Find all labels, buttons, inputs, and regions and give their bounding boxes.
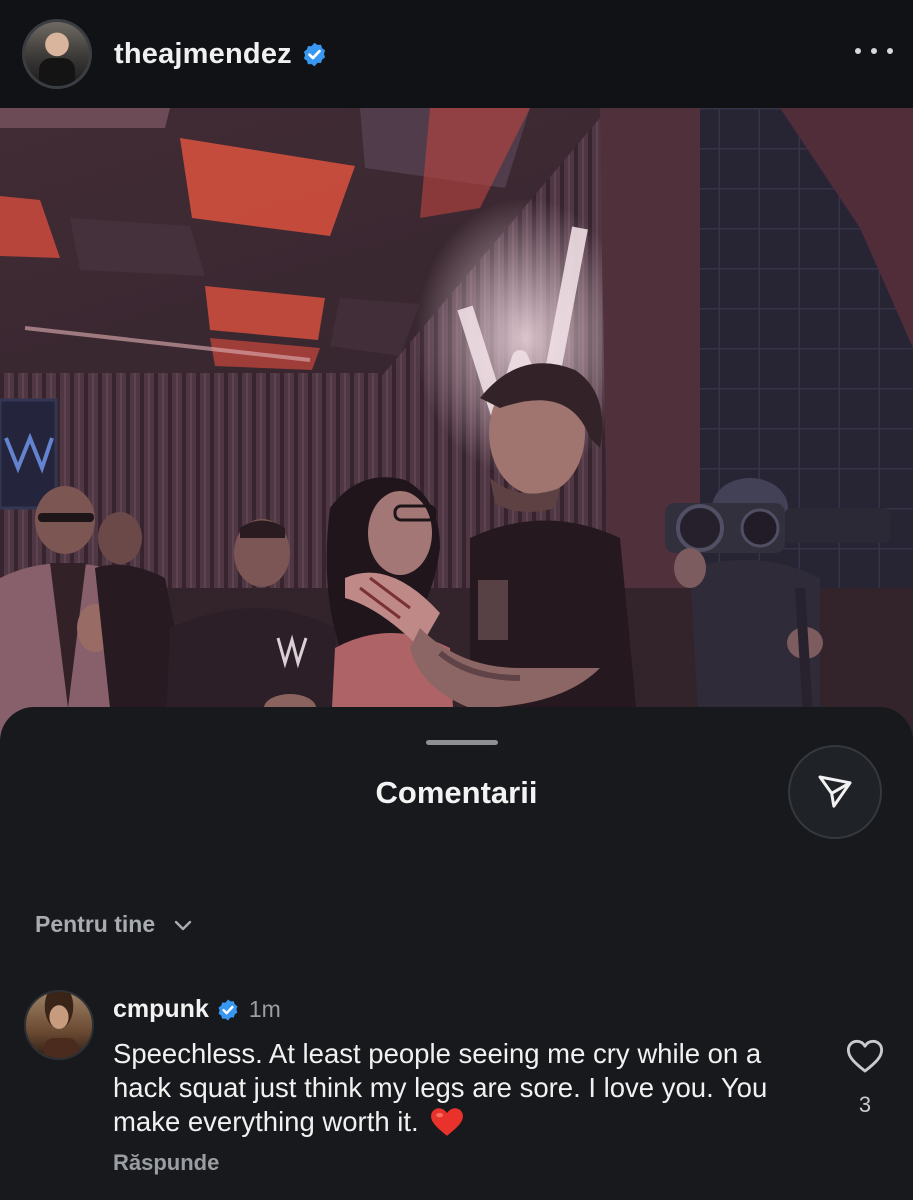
author-avatar[interactable] xyxy=(22,19,92,89)
post-header: theajmendez xyxy=(0,0,913,108)
post-photo[interactable] xyxy=(0,108,913,748)
more-options-button[interactable] xyxy=(855,40,893,62)
author-username[interactable]: theajmendez xyxy=(114,38,292,71)
comment-header: cmpunk 1m xyxy=(113,995,281,1024)
post-photo-scene xyxy=(0,108,913,748)
comments-title: Comentarii xyxy=(375,775,538,810)
more-dot xyxy=(871,48,877,54)
send-paper-plane-icon xyxy=(818,775,852,808)
more-horizontal-icon xyxy=(855,48,861,54)
comment-timestamp: 1m xyxy=(248,996,281,1022)
commenter-username[interactable]: cmpunk xyxy=(113,995,209,1024)
instagram-post-screen: theajmendez Comentarii Pentru tine cmpun… xyxy=(0,0,913,1200)
chevron-down-icon xyxy=(174,920,192,930)
verified-badge-icon xyxy=(303,42,325,66)
heart-outline-icon[interactable] xyxy=(846,1038,884,1074)
comments-sheet: Comentarii Pentru tine cmpunk 1m Speechl… xyxy=(0,707,913,1200)
sheet-drag-handle[interactable] xyxy=(426,740,498,745)
comment-text-block: Speechless. At least people seeing me cr… xyxy=(113,1037,813,1139)
comment-sort-label: Pentru tine xyxy=(35,911,156,937)
reply-button[interactable]: Răspunde xyxy=(113,1150,219,1176)
red-heart-emoji-icon xyxy=(431,1108,464,1136)
comment-item: cmpunk 1m Speechless. At least people se… xyxy=(24,990,894,1180)
verified-badge-icon xyxy=(218,999,238,1020)
like-count: 3 xyxy=(858,1092,872,1117)
more-dot xyxy=(887,48,893,54)
share-button[interactable] xyxy=(788,745,882,839)
commenter-avatar[interactable] xyxy=(24,990,94,1060)
comment-sort-dropdown[interactable]: Pentru tine xyxy=(35,911,195,938)
author-avatar-image xyxy=(25,22,89,86)
